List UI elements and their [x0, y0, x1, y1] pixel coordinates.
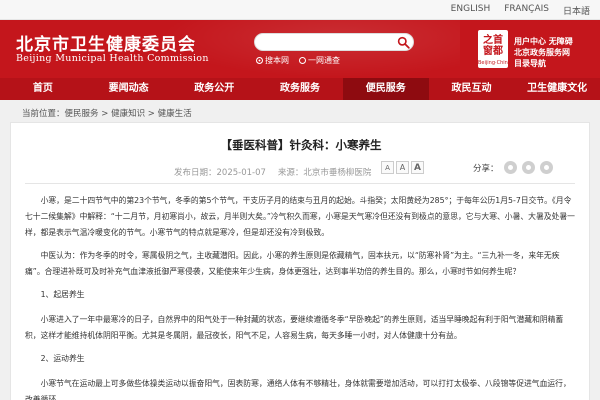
search-box	[254, 33, 414, 51]
breadcrumb-item[interactable]: 健康生活	[158, 109, 192, 119]
search-input[interactable]	[263, 35, 393, 50]
breadcrumb: 当前位置：便民服务 > 健康知识 > 健康生活	[22, 109, 192, 119]
header-link-directory[interactable]: 目录导航	[514, 58, 573, 69]
paragraph: 小寒，是二十四节气中的第23个节气，冬季的第5个节气，干支历子月的结束与丑月的起…	[25, 196, 575, 237]
top-strip: ENGLISH FRANÇAIS 日本語	[0, 0, 600, 20]
article-title: 【垂医科普】针灸科：小寒养生	[220, 138, 382, 152]
paragraph: 中医认为：作为冬季的时令，寒属极阴之气，主收藏潜阳。因此，小寒的养生原则是依藏精…	[25, 251, 560, 276]
font-medium-button[interactable]: A	[396, 161, 409, 174]
radio-icon	[299, 57, 306, 64]
search-scope: 搜本网 一网通查	[256, 55, 340, 66]
site-title-cn[interactable]: 北京市卫生健康委员会	[16, 30, 196, 55]
font-small-button[interactable]: A	[381, 161, 394, 174]
lang-french[interactable]: FRANÇAIS	[504, 4, 549, 17]
divider	[25, 183, 575, 184]
share-wechat-icon[interactable]	[503, 161, 517, 174]
font-large-button[interactable]: A	[411, 161, 424, 174]
header-link-user-center[interactable]: 用户中心 无障碍	[514, 36, 573, 47]
breadcrumb-item[interactable]: 健康知识	[111, 109, 145, 119]
nav-public-service[interactable]: 便民服务	[342, 78, 429, 100]
article-panel: 【垂医科普】针灸科：小寒养生 发布日期：2025-01-07 来源：北京市垂杨柳…	[10, 122, 590, 400]
font-size-controls: A A A	[381, 161, 424, 174]
nav-health-culture[interactable]: 卫生健康文化	[514, 78, 600, 100]
paragraph: 小寒进入了一年中最寒冷的日子，自然界中的阳气处于一种封藏的状态，要继续遵循冬季“…	[25, 315, 564, 340]
nav-news[interactable]: 要闻动态	[86, 78, 172, 100]
site-header: 北京市卫生健康委员会 Beijing Municipal Health Comm…	[0, 20, 600, 78]
article-body: 小寒，是二十四节气中的第23个节气，冬季的第5个节气，干支历子月的结束与丑月的起…	[25, 193, 575, 400]
main-nav: 首页 要闻动态 政务公开 政务服务 便民服务 政民互动 卫生健康文化	[0, 78, 600, 100]
section-heading: 1、起居养生	[40, 290, 85, 299]
nav-gov-service[interactable]: 政务服务	[257, 78, 343, 100]
content-area: 当前位置：便民服务 > 健康知识 > 健康生活 【垂医科普】针灸科：小寒养生 发…	[0, 100, 600, 400]
nav-gov-open[interactable]: 政务公开	[171, 78, 257, 100]
nav-interaction[interactable]: 政民互动	[429, 78, 515, 100]
article-meta: 发布日期：2025-01-07 来源：北京市垂杨柳医院	[174, 166, 371, 178]
share-qzone-icon[interactable]	[539, 161, 553, 174]
share-bar: 分享：	[473, 161, 553, 174]
share-label: 分享：	[473, 163, 499, 174]
section-heading: 2、运动养生	[40, 354, 85, 363]
header-links: 用户中心 无障碍 北京政务服务网 目录导航	[514, 36, 573, 69]
site-title-en: Beijing Municipal Health Commission	[16, 53, 209, 64]
lang-english[interactable]: ENGLISH	[451, 4, 491, 17]
search-icon[interactable]	[397, 36, 410, 49]
article-source: 来源：北京市垂杨柳医院	[277, 168, 372, 178]
scope-all[interactable]: 一网通查	[299, 55, 340, 66]
language-switcher: ENGLISH FRANÇAIS 日本語	[451, 4, 590, 17]
scope-site[interactable]: 搜本网	[256, 55, 289, 66]
radio-icon	[256, 57, 263, 64]
paragraph: 小寒节气在运动最上可多做些体操类运动以振奋阳气，固表防寒，通络人体有不够精壮，身…	[25, 379, 571, 400]
header-link-gov-service[interactable]: 北京政务服务网	[514, 47, 573, 58]
publish-date: 发布日期：2025-01-07	[174, 168, 266, 178]
share-weibo-icon[interactable]	[521, 161, 535, 174]
breadcrumb-item[interactable]: 便民服务	[65, 109, 99, 119]
capital-logo[interactable]: 之首 窗都 Beijing·China	[478, 30, 511, 68]
nav-home[interactable]: 首页	[0, 78, 86, 100]
lang-japanese[interactable]: 日本語	[563, 4, 590, 17]
